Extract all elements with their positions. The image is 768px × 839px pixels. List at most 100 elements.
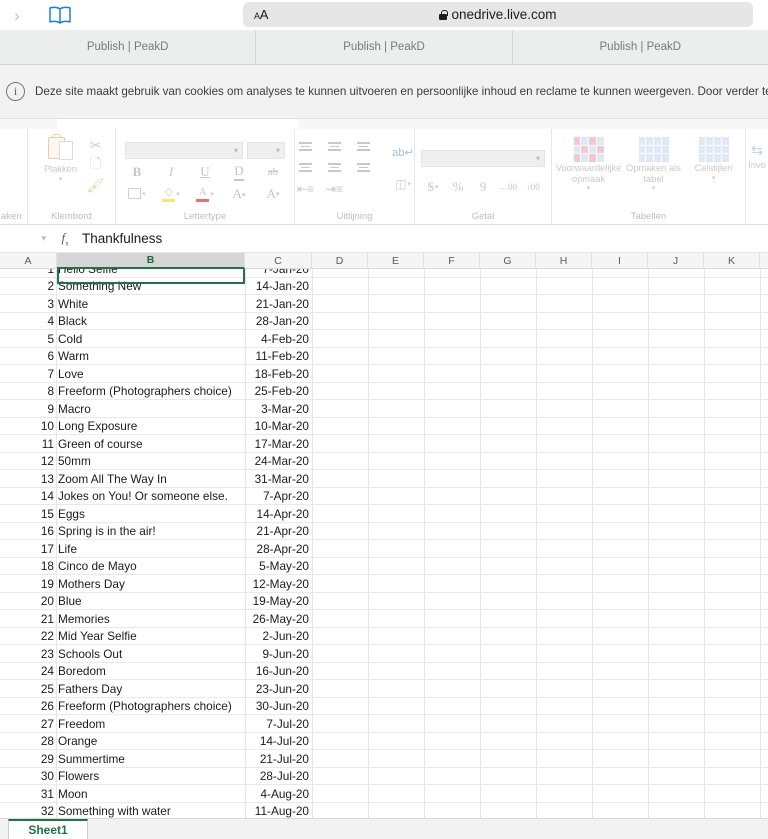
table-row[interactable]: 9 Macro 3-Mar-20 — [0, 400, 768, 418]
cell-B9[interactable]: Macro — [58, 400, 244, 418]
table-row[interactable]: 18 Cinco de Mayo 5-May-20 — [0, 558, 768, 576]
copy-icon[interactable]: 🗋 — [85, 155, 107, 175]
percent-format-button[interactable]: % — [446, 177, 471, 198]
cell-B28[interactable]: Orange — [58, 733, 244, 751]
cell-C13[interactable]: 31-Mar-20 — [247, 470, 311, 488]
column-header-C[interactable]: C — [245, 253, 312, 269]
column-header-B[interactable]: B — [57, 253, 245, 269]
row-header[interactable]: 2 — [32, 278, 54, 296]
row-header[interactable]: 17 — [32, 540, 54, 558]
underline-button[interactable]: U — [188, 161, 222, 183]
table-row[interactable]: 24 Boredom 16-Jun-20 — [0, 663, 768, 681]
cell-C17[interactable]: 28-Apr-20 — [247, 540, 311, 558]
grow-font-button[interactable]: A ▴ — [222, 183, 256, 205]
cell-C3[interactable]: 21-Jan-20 — [247, 295, 311, 313]
increase-indent-button[interactable]: ⇥≡ — [320, 178, 349, 199]
cell-B20[interactable]: Blue — [58, 593, 244, 611]
table-row[interactable]: 31 Moon 4-Aug-20 — [0, 785, 768, 803]
bold-button[interactable]: B — [120, 161, 154, 183]
row-header[interactable]: 27 — [32, 715, 54, 733]
browser-tab-3[interactable]: Publish | PeakD — [512, 30, 768, 64]
table-row[interactable]: 6 Warm 11-Feb-20 — [0, 348, 768, 366]
cell-B19[interactable]: Mothers Day — [58, 575, 244, 593]
row-header[interactable]: 11 — [32, 435, 54, 453]
row-header[interactable]: 19 — [32, 575, 54, 593]
chevron-down-icon[interactable]: ▾ — [652, 184, 656, 192]
row-header[interactable]: 4 — [32, 313, 54, 331]
cell-C25[interactable]: 23-Jun-20 — [247, 680, 311, 698]
table-row[interactable]: 15 Eggs 14-Apr-20 — [0, 505, 768, 523]
table-row[interactable]: 7 Love 18-Feb-20 — [0, 365, 768, 383]
table-row[interactable]: 26 Freeform (Photographers choice) 30-Jun-… — [0, 698, 768, 716]
cell-B5[interactable]: Cold — [58, 330, 244, 348]
table-row[interactable]: 30 Flowers 28-Jul-20 — [0, 768, 768, 785]
cell-B21[interactable]: Memories — [58, 610, 244, 628]
cell-B6[interactable]: Warm — [58, 348, 244, 366]
table-row[interactable]: 13 Zoom All The Way In 31-Mar-20 — [0, 470, 768, 488]
cell-C1[interactable]: 7-Jan-20 — [247, 269, 311, 278]
chevron-down-icon[interactable]: ▾ — [712, 174, 716, 182]
row-header[interactable]: 5 — [32, 330, 54, 348]
row-header[interactable]: 32 — [32, 803, 54, 818]
row-header[interactable]: 24 — [32, 663, 54, 681]
paintbrush-icon[interactable]: 🖌 — [85, 175, 107, 195]
row-header[interactable]: 18 — [32, 558, 54, 576]
row-header[interactable]: 10 — [32, 418, 54, 436]
cell-C29[interactable]: 21-Jul-20 — [247, 750, 311, 768]
align-right-button[interactable] — [349, 157, 378, 178]
double-underline-button[interactable]: D — [222, 161, 256, 183]
currency-format-button[interactable]: $ ▾ — [421, 177, 446, 198]
paste-button[interactable]: Plakken ▾ — [37, 133, 85, 183]
table-row[interactable]: 2 Something New 14-Jan-20 — [0, 278, 768, 296]
cell-B7[interactable]: Love — [58, 365, 244, 383]
borders-button[interactable]: ▾ — [120, 183, 154, 205]
table-row[interactable]: 19 Mothers Day 12-May-20 — [0, 575, 768, 593]
cell-C4[interactable]: 28-Jan-20 — [247, 313, 311, 331]
font-size-select[interactable]: ▾ — [247, 141, 285, 159]
row-header[interactable]: 31 — [32, 785, 54, 803]
cell-B11[interactable]: Green of course — [58, 435, 244, 453]
table-row[interactable]: 3 White 21-Jan-20 — [0, 295, 768, 313]
cell-C14[interactable]: 7-Apr-20 — [247, 488, 311, 506]
format-as-table-button[interactable]: Opmaken als tabel ▾ — [624, 137, 684, 192]
align-middle-button[interactable] — [320, 136, 349, 157]
row-header[interactable]: 7 — [32, 365, 54, 383]
cell-C27[interactable]: 7-Jul-20 — [247, 715, 311, 733]
column-header-H[interactable]: H — [536, 253, 592, 269]
increase-decimal-button[interactable]: ←00 — [496, 177, 521, 198]
column-header-J[interactable]: J — [648, 253, 704, 269]
row-header[interactable]: 6 — [32, 348, 54, 366]
name-box[interactable]: ▾ — [0, 225, 52, 252]
table-row[interactable]: 20 Blue 19-May-20 — [0, 593, 768, 611]
cell-B13[interactable]: Zoom All The Way In — [58, 470, 244, 488]
chevron-down-icon[interactable]: ▾ — [59, 175, 63, 183]
cell-C19[interactable]: 12-May-20 — [247, 575, 311, 593]
cell-C5[interactable]: 4-Feb-20 — [247, 330, 311, 348]
sheet-tab-sheet1[interactable]: Sheet1 — [8, 819, 88, 839]
table-row[interactable]: 4 Black 28-Jan-20 — [0, 313, 768, 331]
merge-cells-button[interactable]: ◫ ▾ — [388, 172, 418, 196]
column-header-D[interactable]: D — [312, 253, 368, 269]
cell-B8[interactable]: Freeform (Photographers choice) — [58, 383, 244, 401]
cell-B32[interactable]: Something with water — [58, 803, 244, 818]
cell-C26[interactable]: 30-Jun-20 — [247, 698, 311, 716]
address-bar[interactable]: AA onedrive.live.com — [243, 2, 753, 27]
cell-B26[interactable]: Freeform (Photographers choice) — [58, 698, 244, 716]
cell-C12[interactable]: 24-Mar-20 — [247, 453, 311, 471]
column-header-K[interactable]: K — [704, 253, 760, 269]
chevron-right-icon[interactable]: › — [0, 0, 34, 30]
cell-C7[interactable]: 18-Feb-20 — [247, 365, 311, 383]
column-header-I[interactable]: I — [592, 253, 648, 269]
cell-C9[interactable]: 3-Mar-20 — [247, 400, 311, 418]
decrease-indent-button[interactable]: ⇤≡ — [291, 178, 320, 199]
row-header[interactable]: 15 — [32, 505, 54, 523]
row-header[interactable]: 3 — [32, 295, 54, 313]
table-row[interactable]: 22 Mid Year Selfie 2-Jun-20 — [0, 628, 768, 645]
column-header-E[interactable]: E — [368, 253, 424, 269]
table-row[interactable]: 5 Cold 4-Feb-20 — [0, 330, 768, 348]
cell-C8[interactable]: 25-Feb-20 — [247, 383, 311, 401]
cell-B4[interactable]: Black — [58, 313, 244, 331]
cell-C21[interactable]: 26-May-20 — [247, 610, 311, 628]
cell-C11[interactable]: 17-Mar-20 — [247, 435, 311, 453]
table-row[interactable]: 25 Fathers Day 23-Jun-20 — [0, 680, 768, 698]
